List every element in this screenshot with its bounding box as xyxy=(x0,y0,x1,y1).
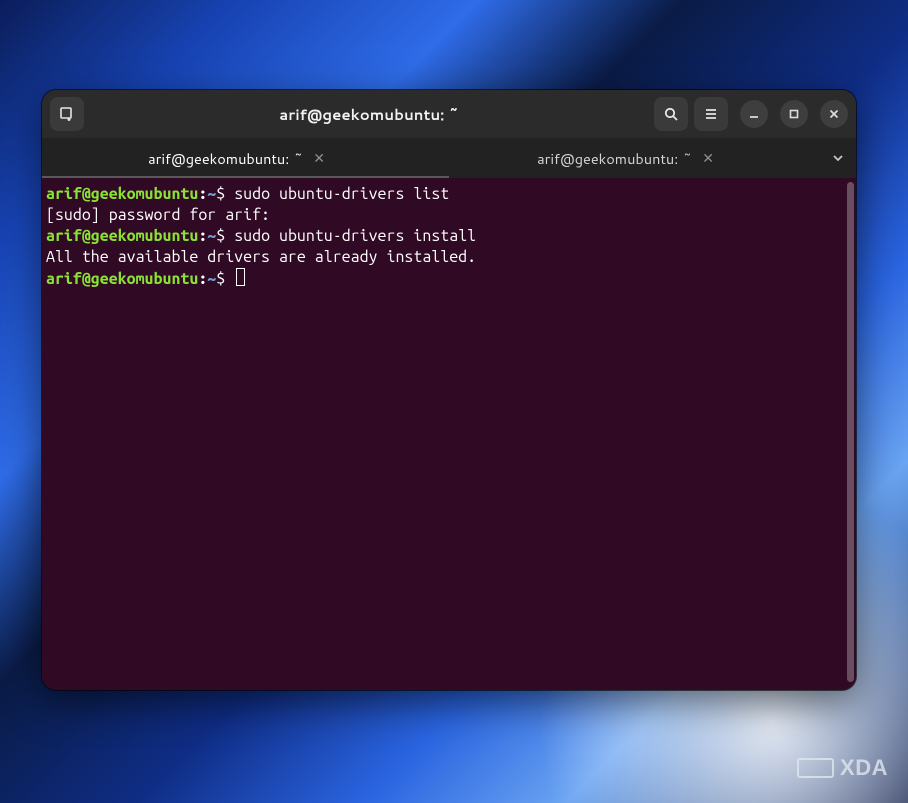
prompt-symbol: $ xyxy=(216,270,225,288)
prompt-colon: : xyxy=(198,185,207,203)
tab-1[interactable]: arif@geekomubuntu: ~ ✕ xyxy=(42,138,431,178)
watermark-text: XDA xyxy=(840,755,888,781)
close-icon[interactable]: ✕ xyxy=(313,148,325,168)
prompt-symbol: $ xyxy=(216,227,225,245)
terminal-window: arif@geekomubuntu: ~ arif@geekomubuntu: … xyxy=(42,90,856,690)
prompt-path: ~ xyxy=(207,270,216,288)
prompt-colon: : xyxy=(198,227,207,245)
hamburger-menu-button[interactable] xyxy=(694,97,728,131)
tab-bar: arif@geekomubuntu: ~ ✕ arif@geekomubuntu… xyxy=(42,138,856,178)
command-1: sudo ubuntu-drivers list xyxy=(225,185,449,203)
search-button[interactable] xyxy=(654,97,688,131)
prompt-user: arif@geekomubuntu xyxy=(46,270,198,288)
cursor xyxy=(236,268,245,286)
prompt-path: ~ xyxy=(207,185,216,203)
command-2: sudo ubuntu-drivers install xyxy=(225,227,476,245)
output-line: All the available drivers are already in… xyxy=(46,248,476,266)
scrollbar[interactable] xyxy=(847,182,854,682)
watermark: XDA xyxy=(797,755,888,781)
tab-label: arif@geekomubuntu: ~ xyxy=(537,148,692,169)
tab-dropdown-button[interactable] xyxy=(820,138,856,178)
window-title: arif@geekomubuntu: ~ xyxy=(279,104,458,125)
tab-2[interactable]: arif@geekomubuntu: ~ ✕ xyxy=(431,138,820,178)
tab-label: arif@geekomubuntu: ~ xyxy=(148,148,303,169)
prompt-symbol: $ xyxy=(216,185,225,203)
titlebar: arif@geekomubuntu: ~ xyxy=(42,90,856,138)
terminal-content: arif@geekomubuntu:~$ sudo ubuntu-drivers… xyxy=(46,184,850,290)
output-line: [sudo] password for arif: xyxy=(46,206,279,224)
maximize-button[interactable] xyxy=(780,100,808,128)
prompt-user: arif@geekomubuntu xyxy=(46,227,198,245)
close-icon[interactable]: ✕ xyxy=(702,148,714,168)
new-tab-button[interactable] xyxy=(50,97,84,131)
prompt-colon: : xyxy=(198,270,207,288)
watermark-icon xyxy=(814,758,834,778)
close-button[interactable] xyxy=(820,100,848,128)
prompt-user: arif@geekomubuntu xyxy=(46,185,198,203)
terminal-viewport[interactable]: arif@geekomubuntu:~$ sudo ubuntu-drivers… xyxy=(42,178,856,690)
minimize-button[interactable] xyxy=(740,100,768,128)
prompt-path: ~ xyxy=(207,227,216,245)
